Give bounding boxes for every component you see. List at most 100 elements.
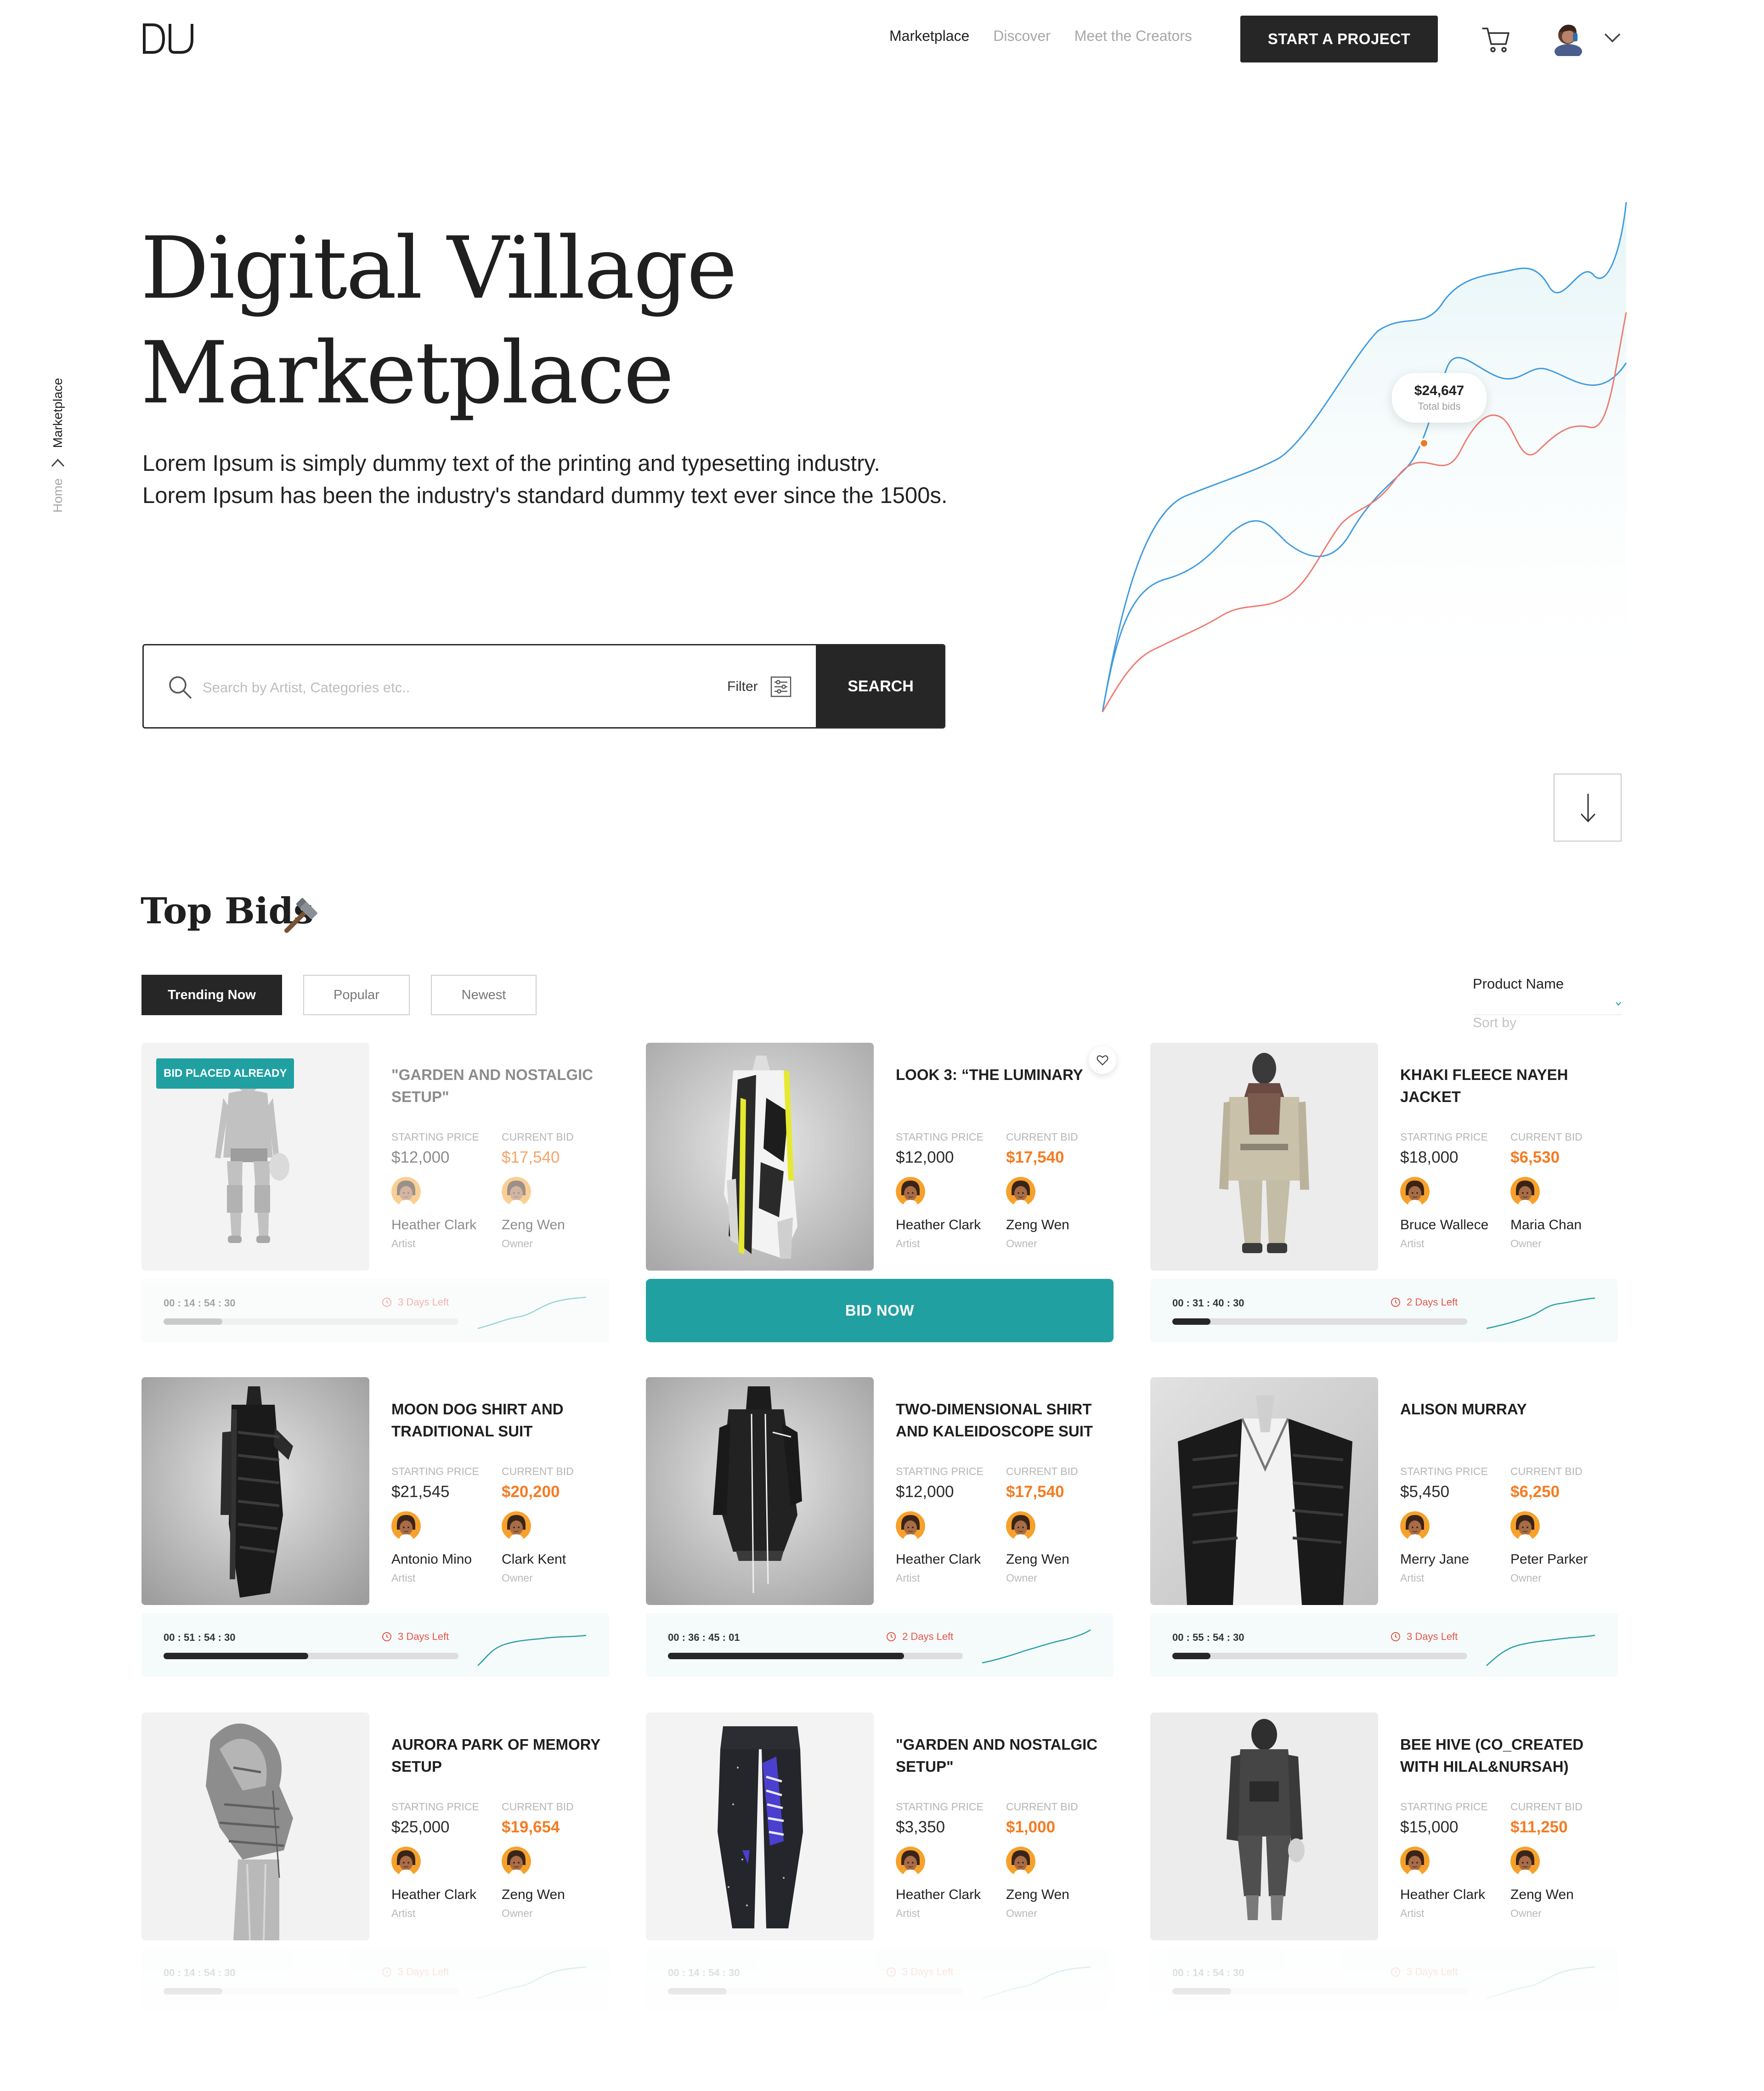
artist-role: Artist bbox=[896, 1238, 920, 1249]
owner-name[interactable]: Zeng Wen bbox=[1006, 1887, 1069, 1903]
product-image[interactable] bbox=[141, 1712, 369, 1940]
bid-card[interactable]: LOOK 3: “THE LUMINARY STARTING PRICE CUR… bbox=[646, 1043, 1116, 1342]
bid-card[interactable]: KHAKI FLEECE NAYEH JACKET STARTING PRICE… bbox=[1150, 1043, 1618, 1342]
starting-price-label: STARTING PRICE bbox=[1400, 1801, 1488, 1813]
nav-marketplace[interactable]: Marketplace bbox=[889, 28, 969, 45]
cart-icon[interactable] bbox=[1482, 26, 1510, 53]
chevron-down-icon[interactable] bbox=[1603, 30, 1622, 44]
owner-name[interactable]: Zeng Wen bbox=[502, 1887, 565, 1903]
search-input[interactable] bbox=[203, 674, 754, 701]
clock-icon bbox=[887, 1967, 896, 1977]
tab-newest[interactable]: Newest bbox=[431, 975, 537, 1015]
product-image[interactable] bbox=[1150, 1712, 1378, 1940]
owner-avatar[interactable] bbox=[502, 1511, 531, 1541]
artist-avatar[interactable] bbox=[391, 1177, 421, 1206]
current-bid: $20,200 bbox=[502, 1483, 560, 1501]
owner-avatar[interactable] bbox=[1006, 1511, 1035, 1541]
product-title[interactable]: LOOK 3: “THE LUMINARY bbox=[896, 1064, 1112, 1086]
product-image[interactable] bbox=[646, 1712, 874, 1940]
artist-avatar[interactable] bbox=[391, 1511, 421, 1541]
auction-footer: 00 : 14 : 54 : 30 3 Days Left bbox=[141, 1279, 609, 1342]
starting-price: $18,000 bbox=[1400, 1148, 1459, 1166]
owner-avatar[interactable] bbox=[1510, 1511, 1540, 1541]
artist-avatar[interactable] bbox=[1400, 1511, 1430, 1541]
nav-meet-the-creators[interactable]: Meet the Creators bbox=[1074, 28, 1192, 45]
owner-name[interactable]: Clark Kent bbox=[502, 1552, 566, 1567]
bid-card[interactable]: "GARDEN AND NOSTALGIC SETUP" STARTING PR… bbox=[646, 1712, 1114, 2012]
owner-avatar[interactable] bbox=[1510, 1177, 1540, 1206]
countdown-timer: 00 : 14 : 54 : 30 bbox=[668, 1967, 740, 1978]
artist-name[interactable]: Heather Clark bbox=[896, 1887, 981, 1903]
start-project-button[interactable]: START A PROJECT bbox=[1240, 16, 1438, 62]
bid-card[interactable]: BID PLACED ALREADY "GARDEN AND NOSTALGIC… bbox=[141, 1043, 609, 1342]
chart-tooltip-label: Total bids bbox=[1418, 401, 1461, 412]
breadcrumb-home[interactable]: Home bbox=[51, 478, 65, 513]
artist-avatar[interactable] bbox=[896, 1847, 925, 1876]
owner-name[interactable]: Zeng Wen bbox=[502, 1217, 565, 1233]
owner-name[interactable]: Zeng Wen bbox=[1510, 1887, 1574, 1903]
product-image[interactable] bbox=[1150, 1043, 1378, 1271]
owner-name[interactable]: Peter Parker bbox=[1510, 1552, 1588, 1567]
auction-footer: 00 : 51 : 54 : 30 3 Days Left bbox=[141, 1613, 609, 1677]
bid-card[interactable]: ALISON MURRAY STARTING PRICE CURRENT BID… bbox=[1150, 1377, 1618, 1677]
product-image[interactable] bbox=[646, 1043, 874, 1271]
artist-avatar[interactable] bbox=[896, 1511, 925, 1541]
owner-avatar[interactable] bbox=[502, 1177, 531, 1206]
product-title[interactable]: "GARDEN AND NOSTALGIC SETUP" bbox=[391, 1064, 607, 1108]
artist-avatar[interactable] bbox=[391, 1847, 421, 1876]
bid-card[interactable]: MOON DOG SHIRT AND TRADITIONAL SUIT STAR… bbox=[141, 1377, 609, 1677]
auction-footer: 00 : 31 : 40 : 30 2 Days Left bbox=[1150, 1279, 1618, 1342]
artist-name[interactable]: Heather Clark bbox=[1400, 1887, 1485, 1903]
sort-dropdown[interactable]: Product Name Sort by bbox=[1473, 976, 1622, 1031]
product-title[interactable]: "GARDEN AND NOSTALGIC SETUP" bbox=[896, 1734, 1112, 1778]
chart-area bbox=[1102, 202, 1626, 721]
filter-button[interactable]: Filter bbox=[727, 676, 792, 698]
bid-card[interactable]: TWO-DIMENSIONAL SHIRT AND KALEIDOSCOPE S… bbox=[646, 1377, 1114, 1677]
owner-avatar[interactable] bbox=[1510, 1847, 1540, 1876]
artist-name[interactable]: Bruce Wallece bbox=[1400, 1217, 1488, 1233]
product-image[interactable] bbox=[646, 1377, 874, 1605]
artist-name[interactable]: Heather Clark bbox=[896, 1217, 981, 1233]
person-avatar-icon bbox=[896, 1847, 925, 1876]
product-image[interactable] bbox=[1150, 1377, 1378, 1605]
product-title[interactable]: AURORA PARK OF MEMORY SETUP bbox=[391, 1734, 607, 1778]
owner-name[interactable]: Maria Chan bbox=[1510, 1217, 1582, 1233]
product-title[interactable]: KHAKI FLEECE NAYEH JACKET bbox=[1400, 1064, 1616, 1108]
artist-name[interactable]: Merry Jane bbox=[1400, 1552, 1469, 1567]
user-avatar[interactable] bbox=[1551, 19, 1586, 56]
owner-avatar[interactable] bbox=[502, 1847, 531, 1876]
search-button[interactable]: SEARCH bbox=[816, 645, 944, 727]
owner-name[interactable]: Zeng Wen bbox=[1006, 1217, 1069, 1233]
bid-card[interactable]: AURORA PARK OF MEMORY SETUP STARTING PRI… bbox=[141, 1712, 609, 2012]
sparkline bbox=[477, 1296, 587, 1329]
owner-name[interactable]: Zeng Wen bbox=[1006, 1552, 1069, 1567]
product-title[interactable]: MOON DOG SHIRT AND TRADITIONAL SUIT bbox=[391, 1398, 607, 1442]
current-bid: $19,654 bbox=[502, 1818, 560, 1836]
tab-trending-now[interactable]: Trending Now bbox=[141, 975, 282, 1015]
product-title[interactable]: BEE HIVE (CO_CREATED WITH HILAL&NURSAH) bbox=[1400, 1734, 1616, 1778]
dv-logo[interactable]: DV bbox=[141, 21, 195, 56]
artist-name[interactable]: Antonio Mino bbox=[391, 1552, 472, 1567]
owner-role: Owner bbox=[1006, 1572, 1037, 1584]
bid-placed-badge: BID PLACED ALREADY bbox=[156, 1058, 294, 1089]
auction-footer: 00 : 14 : 54 : 30 3 Days Left bbox=[646, 1949, 1114, 2012]
artist-name[interactable]: Heather Clark bbox=[896, 1552, 981, 1567]
artist-name[interactable]: Heather Clark bbox=[391, 1887, 476, 1903]
bid-now-button[interactable]: BID NOW bbox=[646, 1279, 1114, 1342]
product-title[interactable]: TWO-DIMENSIONAL SHIRT AND KALEIDOSCOPE S… bbox=[896, 1398, 1112, 1442]
artist-name[interactable]: Heather Clark bbox=[391, 1217, 476, 1233]
nav-discover[interactable]: Discover bbox=[993, 28, 1050, 45]
bid-card[interactable]: BEE HIVE (CO_CREATED WITH HILAL&NURSAH) … bbox=[1150, 1712, 1618, 2012]
product-image[interactable] bbox=[141, 1377, 369, 1605]
artist-avatar[interactable] bbox=[896, 1177, 925, 1206]
days-left-text: 3 Days Left bbox=[398, 1296, 449, 1308]
tab-popular[interactable]: Popular bbox=[303, 975, 410, 1015]
product-title[interactable]: ALISON MURRAY bbox=[1400, 1398, 1616, 1420]
person-avatar-icon bbox=[502, 1511, 531, 1541]
artist-avatar[interactable] bbox=[1400, 1847, 1430, 1876]
scroll-down-button[interactable] bbox=[1554, 774, 1622, 842]
owner-avatar[interactable] bbox=[1006, 1847, 1035, 1876]
days-left-text: 3 Days Left bbox=[902, 1966, 954, 1978]
owner-avatar[interactable] bbox=[1006, 1177, 1035, 1206]
artist-avatar[interactable] bbox=[1400, 1177, 1430, 1206]
